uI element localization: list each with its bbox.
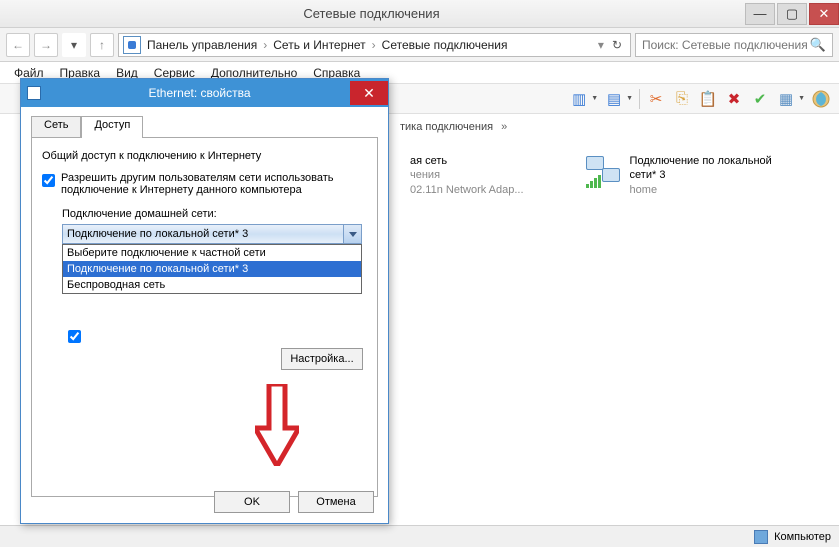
connection-item-lan3[interactable]: Подключение по локальной сети* 3 home xyxy=(584,154,780,197)
status-label: Компьютер xyxy=(774,531,831,543)
dialog-icon xyxy=(27,86,41,100)
status-bar: Компьютер xyxy=(0,525,839,547)
minimize-button[interactable]: — xyxy=(745,3,775,25)
computer-icon xyxy=(754,530,768,544)
chevron-right-icon: › xyxy=(368,38,380,52)
section-label: Общий доступ к подключению к Интернету xyxy=(42,150,367,162)
back-button[interactable]: ← xyxy=(6,33,30,57)
dropdown-option-wireless[interactable]: Беспроводная сеть xyxy=(63,277,361,293)
search-box[interactable]: 🔍 xyxy=(635,33,833,57)
home-network-dropdown[interactable]: Выберите подключение к частной сети Подк… xyxy=(62,244,362,294)
command-bar-partial: тика подключения » xyxy=(400,114,839,140)
chevron-right-icon: › xyxy=(259,38,271,52)
dialog-close-button[interactable]: ✕ xyxy=(350,81,388,105)
lan-icon xyxy=(584,154,622,188)
preview-icon[interactable]: ▤ xyxy=(604,89,624,109)
main-titlebar: Сетевые подключения — ▢ ✕ xyxy=(0,0,839,28)
tab-strip: Сеть Доступ xyxy=(31,115,378,137)
allow-sharing-label: Разрешить другим пользователям сети испо… xyxy=(61,172,367,196)
up-button[interactable]: ↑ xyxy=(90,33,114,57)
conn-sub: home xyxy=(630,183,780,197)
annotation-arrow xyxy=(255,384,299,466)
conn-adapter: 02.11n Network Adap... xyxy=(410,183,524,197)
copy-icon[interactable]: ⎘ xyxy=(672,89,692,109)
breadcrumb-seg-1[interactable]: Сеть и Интернет xyxy=(271,38,367,52)
layout-icon[interactable]: ▥ xyxy=(569,89,589,109)
tab-access[interactable]: Доступ xyxy=(81,116,143,138)
close-button[interactable]: ✕ xyxy=(809,3,839,25)
delete-icon[interactable]: ✖ xyxy=(724,89,744,109)
breadcrumb-dropdown-icon[interactable]: ▾ xyxy=(594,38,608,52)
conn-title: ая сеть xyxy=(410,154,524,168)
ethernet-properties-dialog: Ethernet: свойства ✕ Сеть Доступ Общий д… xyxy=(20,78,389,524)
configure-button[interactable]: Настройка... xyxy=(281,348,363,370)
shell-icon[interactable] xyxy=(811,89,831,109)
ok-button[interactable]: OK xyxy=(214,491,290,513)
allow-sharing-checkbox[interactable] xyxy=(42,174,55,187)
navigation-bar: ← → ▾ ↑ Панель управления › Сеть и Интер… xyxy=(0,28,839,62)
connection-item-wireless[interactable]: ая сеть чения 02.11n Network Adap... xyxy=(410,154,524,197)
breadcrumb[interactable]: Панель управления › Сеть и Интернет › Се… xyxy=(118,33,631,57)
cut-icon[interactable]: ✂ xyxy=(646,89,666,109)
combo-value: Подключение по локальной сети* 3 xyxy=(67,228,248,240)
home-network-label: Подключение домашней сети: xyxy=(62,208,367,220)
tab-panel-access: Общий доступ к подключению к Интернету Р… xyxy=(31,137,378,497)
cancel-button[interactable]: Отмена xyxy=(298,491,374,513)
dropdown-option-placeholder[interactable]: Выберите подключение к частной сети xyxy=(63,245,361,261)
breadcrumb-seg-0[interactable]: Панель управления xyxy=(145,38,259,52)
maximize-button[interactable]: ▢ xyxy=(777,3,807,25)
combo-arrow-icon[interactable] xyxy=(343,225,361,243)
search-input[interactable] xyxy=(642,38,810,52)
diagnose-label[interactable]: тика подключения xyxy=(400,121,493,133)
home-network-combo[interactable]: Подключение по локальной сети* 3 xyxy=(62,224,362,244)
properties-icon[interactable]: ▦ xyxy=(776,89,796,109)
dialog-titlebar[interactable]: Ethernet: свойства ✕ xyxy=(21,79,388,107)
breadcrumb-seg-2[interactable]: Сетевые подключения xyxy=(380,38,510,52)
dialog-title: Ethernet: свойства xyxy=(49,86,350,100)
conn-title: Подключение по локальной сети* 3 xyxy=(630,154,780,183)
dropdown-option-lan3[interactable]: Подключение по локальной сети* 3 xyxy=(63,261,361,277)
chevron-icon[interactable]: » xyxy=(501,121,507,133)
paste-icon[interactable]: 📋 xyxy=(698,89,718,109)
forward-button[interactable]: → xyxy=(34,33,58,57)
conn-status: чения xyxy=(410,168,524,182)
allow-control-checkbox[interactable] xyxy=(68,330,81,343)
recent-dropdown-icon[interactable]: ▾ xyxy=(62,33,86,57)
window-title: Сетевые подключения xyxy=(0,6,743,21)
refresh-icon[interactable]: ↻ xyxy=(608,38,626,52)
search-icon[interactable]: 🔍 xyxy=(810,37,826,53)
tab-network[interactable]: Сеть xyxy=(31,116,81,138)
location-icon xyxy=(123,36,141,54)
check-icon[interactable]: ✔ xyxy=(750,89,770,109)
